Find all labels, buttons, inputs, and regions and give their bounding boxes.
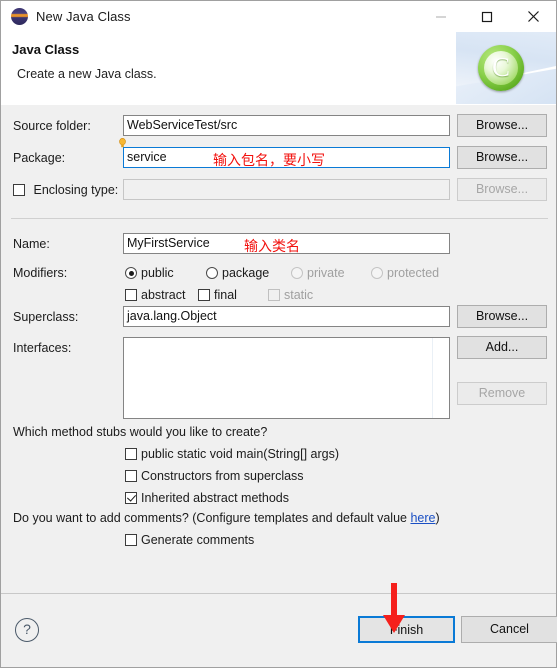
enclosing-type-browse-button: Browse... <box>457 178 547 201</box>
checkbox-final-indicator[interactable] <box>198 289 210 301</box>
window-controls <box>418 1 556 32</box>
radio-package-label: package <box>222 266 270 280</box>
checkbox-static-indicator <box>268 289 280 301</box>
cancel-button[interactable]: Cancel <box>461 616 557 643</box>
package-label: Package: <box>13 151 66 165</box>
modifier-checkbox-static: static <box>268 287 313 303</box>
radio-protected-label: protected <box>387 266 440 280</box>
radio-private-label: private <box>307 266 345 280</box>
package-annotation: 输入包名，要小写 <box>213 153 325 169</box>
new-java-class-dialog: New Java Class C Java Class Create a new… <box>0 0 557 668</box>
stub-main-label: public static void main(String[] args) <box>141 447 339 461</box>
title-bar: New Java Class <box>1 1 556 32</box>
checkbox-abstract-label: abstract <box>141 288 186 302</box>
checkbox-generate-comments-indicator[interactable] <box>125 534 137 546</box>
checkbox-main-indicator[interactable] <box>125 448 137 460</box>
section-divider <box>11 218 548 219</box>
page-subtitle: Create a new Java class. <box>17 67 157 81</box>
checkbox-constructors-indicator[interactable] <box>125 470 137 482</box>
content-assist-lightbulb-icon <box>119 138 126 148</box>
source-folder-input[interactable]: WebServiceTest/src <box>123 115 450 136</box>
generate-comments-label: Generate comments <box>141 533 255 547</box>
checkbox-static-label: static <box>284 288 314 302</box>
enclosing-type-checkbox[interactable] <box>13 184 25 196</box>
source-folder-row: Source folder: WebServiceTest/src Browse… <box>1 114 556 137</box>
enclosing-type-label: Enclosing type: <box>33 183 119 197</box>
modifier-checkbox-final[interactable]: final <box>198 287 237 303</box>
enclosing-type-checkbox-wrap[interactable]: Enclosing type: <box>13 179 118 201</box>
dialog-header: C Java Class Create a new Java class. <box>1 32 556 106</box>
radio-package-indicator[interactable] <box>206 267 218 279</box>
interfaces-row: Interfaces: Add... Remove <box>1 336 556 421</box>
help-icon[interactable]: ? <box>15 618 39 642</box>
source-folder-browse-button[interactable]: Browse... <box>457 114 547 137</box>
interfaces-add-button[interactable]: Add... <box>457 336 547 359</box>
stub-option-constructors[interactable]: Constructors from superclass <box>125 468 304 484</box>
enclosing-type-row: Enclosing type: Browse... <box>1 178 556 201</box>
modifiers-row: Modifiers: public package private protec… <box>1 262 556 306</box>
radio-private-indicator <box>291 267 303 279</box>
dialog-footer: ? Finish Cancel <box>1 593 557 667</box>
modifier-radio-protected: protected <box>371 265 439 281</box>
checkbox-final-label: final <box>214 288 237 302</box>
stub-constructors-label: Constructors from superclass <box>141 469 304 483</box>
java-class-badge-icon: C <box>478 45 524 91</box>
modifier-radio-private: private <box>291 265 345 281</box>
maximize-button[interactable] <box>464 1 510 32</box>
configure-templates-link[interactable]: here <box>410 511 435 525</box>
modifiers-label: Modifiers: <box>13 266 68 280</box>
checkbox-inherited-indicator[interactable] <box>125 492 137 504</box>
name-label: Name: <box>13 237 50 251</box>
finish-pointer-arrow-annotation <box>383 583 405 633</box>
stub-option-main[interactable]: public static void main(String[] args) <box>125 446 339 462</box>
radio-protected-indicator <box>371 267 383 279</box>
interfaces-label: Interfaces: <box>13 341 72 355</box>
window-title: New Java Class <box>36 9 131 24</box>
source-folder-label: Source folder: <box>13 119 91 133</box>
stub-inherited-label: Inherited abstract methods <box>141 491 289 505</box>
footer-strip <box>1 658 556 667</box>
package-row: Package: service 输入包名，要小写 Browse... <box>1 138 556 169</box>
package-browse-button[interactable]: Browse... <box>457 146 547 169</box>
name-annotation: 输入类名 <box>244 239 300 255</box>
page-title: Java Class <box>12 42 80 57</box>
interfaces-list-scroll-track[interactable] <box>432 338 433 418</box>
eclipse-globe-icon <box>11 8 28 25</box>
modifier-radio-package[interactable]: package <box>206 265 269 281</box>
close-button[interactable] <box>510 1 556 32</box>
name-row: Name: MyFirstService 输入类名 <box>1 233 556 255</box>
superclass-input[interactable]: java.lang.Object <box>123 306 450 327</box>
enclosing-type-input <box>123 179 450 200</box>
generate-comments-option[interactable]: Generate comments <box>125 532 254 548</box>
superclass-browse-button[interactable]: Browse... <box>457 305 547 328</box>
interfaces-remove-button: Remove <box>457 382 547 405</box>
superclass-row: Superclass: java.lang.Object Browse... <box>1 305 556 328</box>
minimize-button[interactable] <box>418 1 464 32</box>
radio-public-label: public <box>141 266 174 280</box>
method-stubs-question: Which method stubs would you like to cre… <box>13 425 268 439</box>
stub-option-inherited[interactable]: Inherited abstract methods <box>125 490 289 506</box>
interfaces-list[interactable] <box>123 337 450 419</box>
modifier-checkbox-abstract[interactable]: abstract <box>125 287 185 303</box>
badge-letter: C <box>491 52 510 82</box>
radio-public-indicator[interactable] <box>125 267 137 279</box>
comments-question: Do you want to add comments? (Configure … <box>13 511 440 525</box>
superclass-label: Superclass: <box>13 310 79 324</box>
dialog-body: Source folder: WebServiceTest/src Browse… <box>1 105 556 595</box>
comments-question-suffix: ) <box>435 511 440 525</box>
modifier-radio-public[interactable]: public <box>125 265 174 281</box>
comments-question-prefix: Do you want to add comments? (Configure … <box>13 511 411 525</box>
checkbox-abstract-indicator[interactable] <box>125 289 137 301</box>
header-artwork: C <box>456 32 556 104</box>
